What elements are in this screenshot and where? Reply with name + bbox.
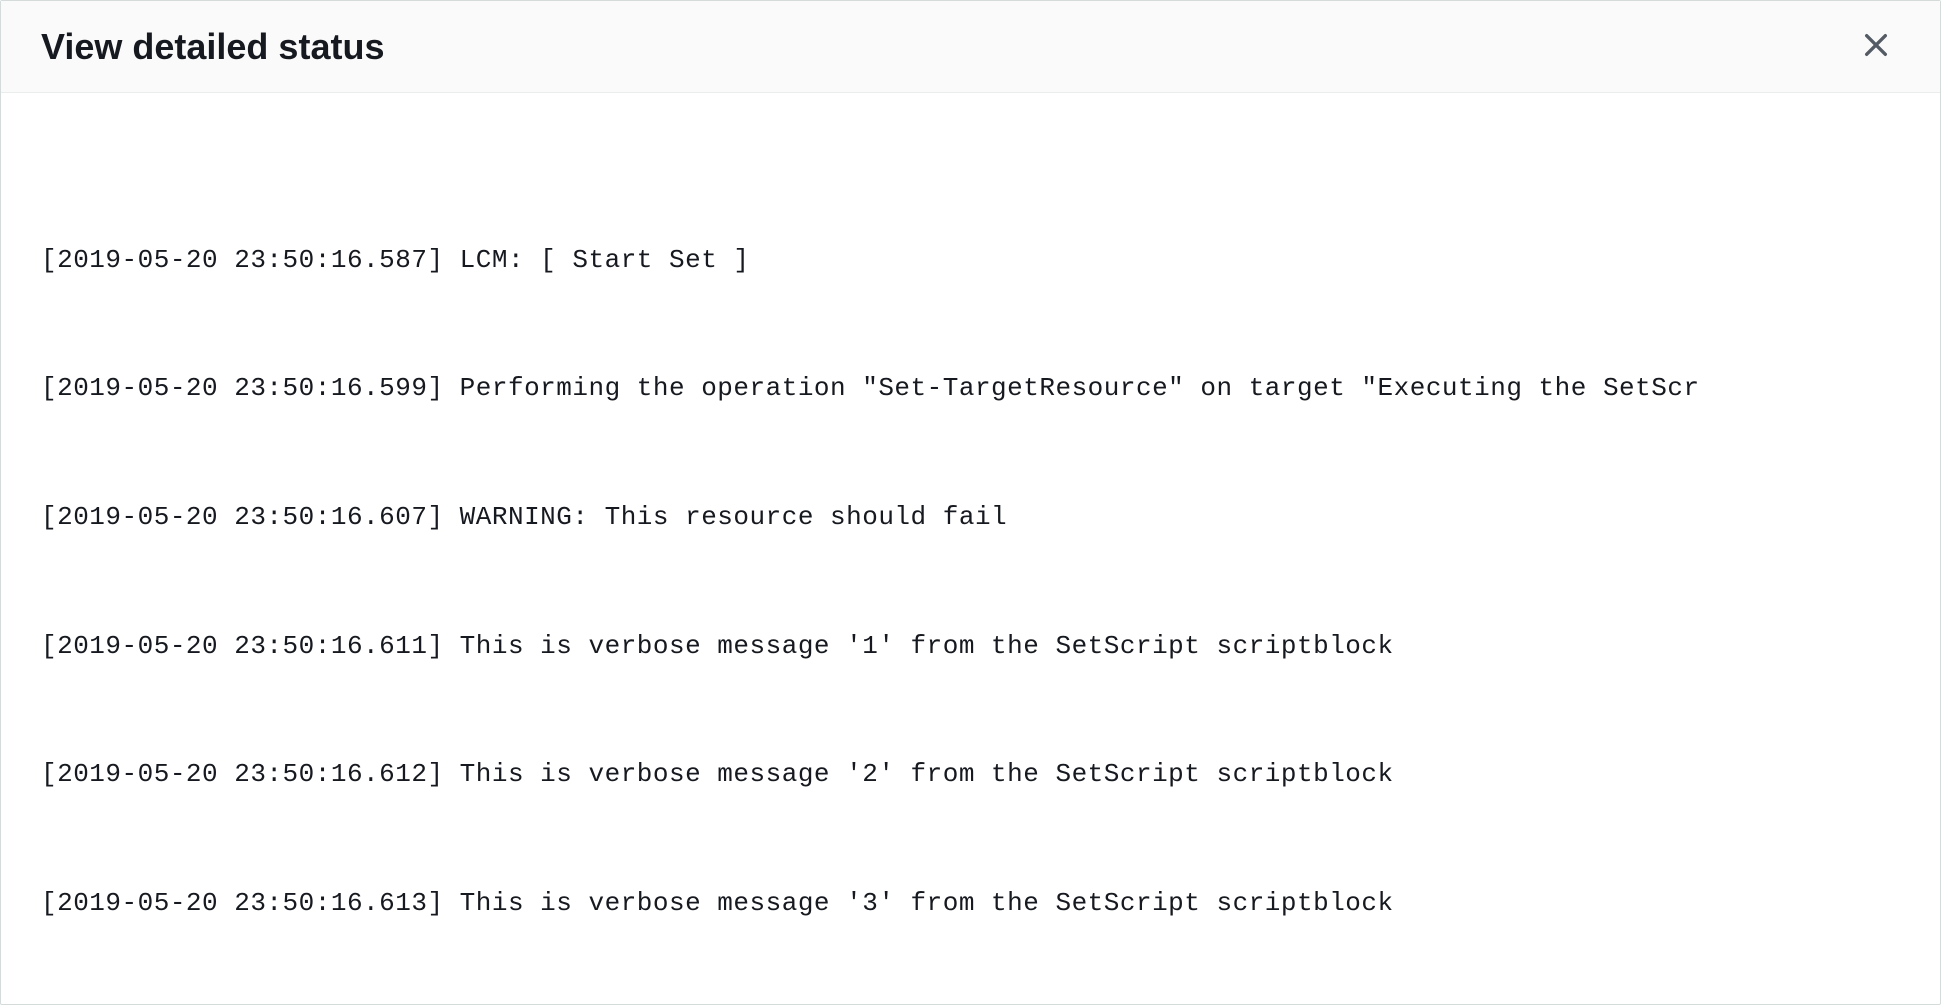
- log-line: [2019-05-20 23:50:16.599] Performing the…: [41, 367, 1900, 410]
- log-line: [2019-05-20 23:50:16.613] This is verbos…: [41, 882, 1900, 925]
- log-line: [2019-05-20 23:50:16.612] This is verbos…: [41, 753, 1900, 796]
- log-output: [2019-05-20 23:50:16.587] LCM: [ Start S…: [41, 153, 1900, 1004]
- log-line: [2019-05-20 23:50:16.607] WARNING: This …: [41, 496, 1900, 539]
- modal-header: View detailed status: [1, 1, 1940, 93]
- status-modal: View detailed status [2019-05-20 23:50:1…: [0, 0, 1941, 1005]
- modal-body: [2019-05-20 23:50:16.587] LCM: [ Start S…: [1, 93, 1940, 1004]
- log-line: [2019-05-20 23:50:16.611] This is verbos…: [41, 625, 1900, 668]
- close-button[interactable]: [1852, 21, 1900, 72]
- log-line: [2019-05-20 23:50:16.587] LCM: [ Start S…: [41, 239, 1900, 282]
- modal-title: View detailed status: [41, 26, 384, 68]
- close-icon: [1860, 29, 1892, 64]
